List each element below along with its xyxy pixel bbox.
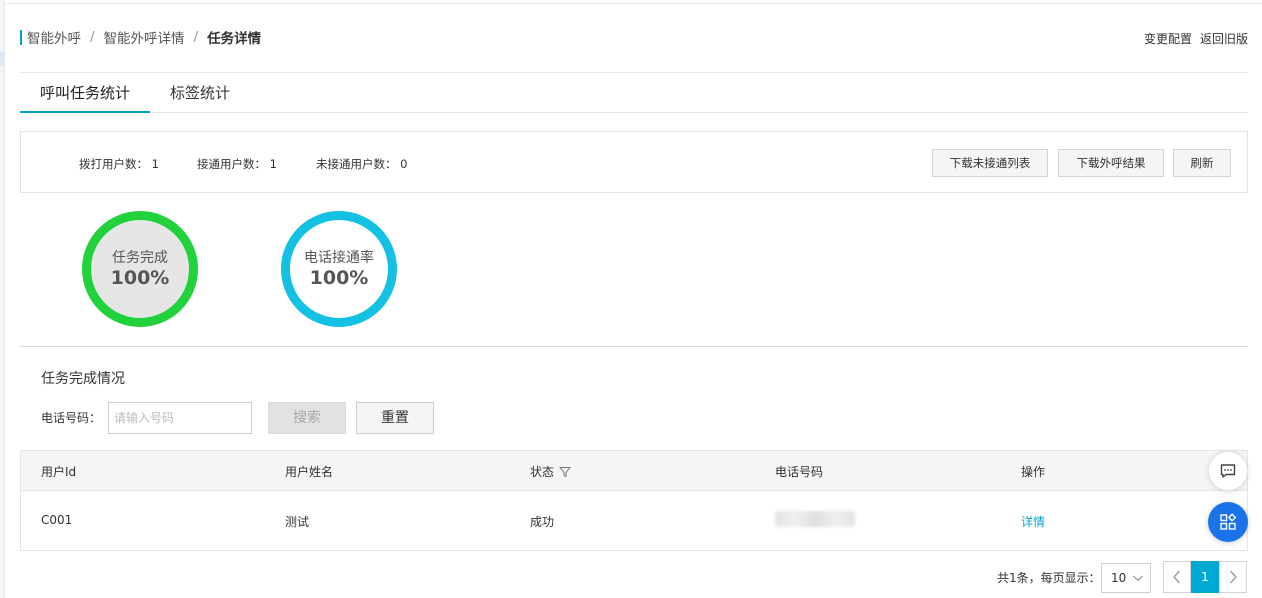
task-completion-ring: 任务完成 100% [82, 211, 198, 327]
task-completion-label: 任务完成 [112, 250, 168, 266]
task-completion-value: 100% [110, 267, 170, 289]
table-header: 用户Id 用户姓名 状态 电话号码 操作 [21, 451, 1247, 491]
chat-icon [1220, 464, 1236, 478]
connect-rate-label: 电话接通率 [304, 250, 374, 266]
breadcrumb-item-task-detail: 任务详情 [207, 31, 262, 47]
refresh-button[interactable]: 刷新 [1173, 149, 1231, 177]
page-size-select[interactable]: 10 [1101, 563, 1151, 593]
chevron-left-icon [1173, 570, 1180, 584]
download-unconnected-button[interactable]: 下载未接通列表 [932, 149, 1048, 177]
top-border [5, 3, 1262, 4]
detail-link[interactable]: 详情 [1021, 513, 1045, 530]
cell-status: 成功 [530, 515, 555, 529]
change-config-link[interactable]: 变更配置 [1144, 30, 1192, 47]
column-header-action: 操作 [1021, 465, 1046, 479]
header-actions: 变更配置 返回旧版 [1144, 30, 1248, 47]
breadcrumb-accent-bar [20, 29, 22, 45]
tab-call-task-stats[interactable]: 呼叫任务统计 [20, 74, 151, 113]
stat-connected: 接通用户数： 1 [197, 157, 277, 171]
connect-rate-ring: 电话接通率 100% [281, 211, 397, 327]
column-header-status: 状态 [530, 463, 572, 480]
prev-page-button[interactable] [1163, 561, 1191, 593]
column-header-user-id: 用户Id [41, 465, 77, 479]
tab-bar: 呼叫任务统计 标签统计 [20, 74, 1248, 113]
page-number-current[interactable]: 1 [1191, 561, 1219, 593]
left-sidebar-strip [0, 0, 5, 598]
download-results-button[interactable]: 下载外呼结果 [1058, 149, 1164, 177]
column-header-user-name: 用户姓名 [285, 465, 334, 479]
chat-float-button[interactable] [1208, 451, 1248, 491]
cell-phone-redacted [775, 511, 855, 527]
back-old-version-link[interactable]: 返回旧版 [1200, 30, 1248, 47]
task-table: 用户Id 用户姓名 状态 电话号码 操作 C001 测试 成功 详情 [20, 450, 1248, 551]
next-page-button[interactable] [1219, 561, 1247, 593]
cell-user-name: 测试 [285, 515, 310, 529]
breadcrumb-item-smart-call[interactable]: 智能外呼 [27, 27, 81, 47]
phone-label: 电话号码： [41, 411, 102, 425]
phone-search-input[interactable] [108, 402, 252, 434]
tab-tag-stats[interactable]: 标签统计 [150, 74, 250, 113]
sidebar-marker [0, 52, 5, 66]
breadcrumb: 智能外呼 / 智能外呼详情 / 任务详情 [20, 27, 262, 47]
apps-float-button[interactable] [1208, 502, 1248, 542]
section-divider [20, 346, 1248, 347]
stats-panel: 拨打用户数： 1 接通用户数： 1 未接通用户数： 0 下载未接通列表 下载外呼… [20, 131, 1248, 193]
stat-not-connected: 未接通用户数： 0 [316, 157, 408, 171]
chevron-down-icon [1133, 575, 1143, 582]
pagination-total: 共1条，每页显示： [997, 571, 1101, 585]
stat-dialed: 拨打用户数： 1 [79, 157, 159, 171]
breadcrumb-item-call-detail[interactable]: 智能外呼详情 [104, 27, 185, 47]
column-header-status-label: 状态 [530, 465, 555, 479]
breadcrumb-separator: / [90, 29, 95, 45]
column-header-phone: 电话号码 [775, 465, 824, 479]
task-section-title: 任务完成情况 [41, 371, 125, 387]
search-button[interactable]: 搜索 [268, 402, 346, 434]
reset-button[interactable]: 重置 [356, 402, 434, 434]
breadcrumb-separator: / [193, 29, 199, 45]
apps-grid-icon [1220, 513, 1237, 530]
filter-icon[interactable] [559, 466, 572, 478]
connect-rate-value: 100% [309, 267, 369, 289]
chevron-right-icon [1230, 570, 1237, 584]
page-size-value: 10 [1111, 571, 1127, 585]
header-divider [20, 72, 1248, 73]
cell-user-id: C001 [41, 513, 73, 527]
